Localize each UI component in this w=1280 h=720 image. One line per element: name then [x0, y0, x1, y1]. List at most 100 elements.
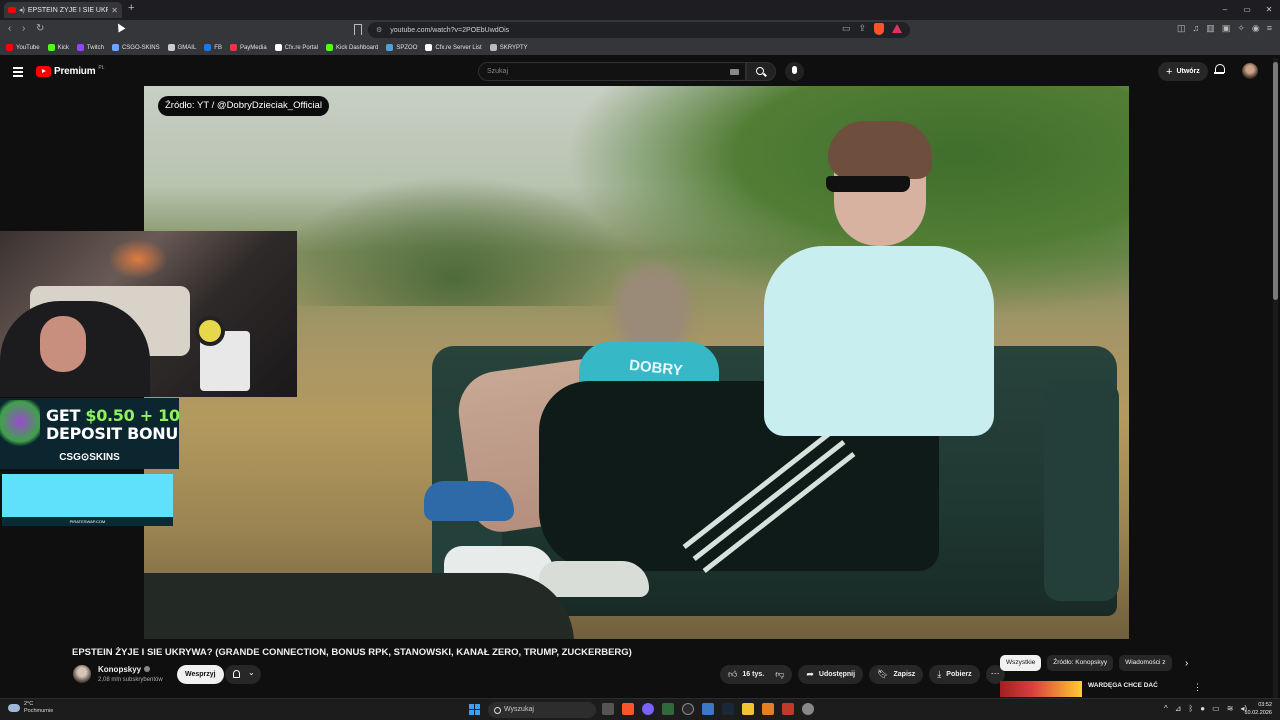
bookmark-item[interactable]: SKRYPTY: [489, 44, 528, 51]
video-sofa-arm-right: [1044, 381, 1119, 601]
bookmark-label: PayMedia: [239, 44, 267, 51]
search-button[interactable]: [746, 62, 776, 81]
system-tray: ^ ⊿ ᛒ ● ▭ ≋ ◂): [1164, 704, 1247, 713]
display-icon[interactable]: ▭: [1212, 704, 1220, 713]
taskbar-apps: [602, 703, 814, 715]
brave-shields-icon[interactable]: [874, 23, 885, 35]
thumbs-up-icon: 👍︎: [728, 669, 738, 679]
minimize-button[interactable]: –: [1214, 0, 1236, 20]
weather-widget[interactable]: 2°C Pochmurnie: [8, 701, 53, 715]
keyboard-icon[interactable]: [730, 69, 739, 75]
bookmark-item[interactable]: FB: [204, 44, 222, 51]
search-placeholder: Szukaj: [487, 68, 509, 75]
youtube-premium-logo[interactable]: Premium PL: [36, 65, 105, 77]
url-bar[interactable]: ⚙ youtube.com/watch?v=2POEbUwdOis: [368, 22, 910, 38]
bookmark-icon[interactable]: [354, 24, 362, 35]
bookmark-item[interactable]: YouTube: [6, 44, 40, 51]
bookmark-item[interactable]: Cfx.re Portal: [274, 44, 318, 51]
chip-news[interactable]: Wiadomości z: [1119, 655, 1172, 671]
taskbar-clock[interactable]: 03:52 10.02.2026: [1238, 701, 1272, 717]
channel-name[interactable]: Konopskyy: [98, 665, 151, 674]
chip-all[interactable]: Wszystkie: [1000, 655, 1042, 671]
recommendation-thumbnail[interactable]: [1000, 681, 1082, 697]
menu-icon[interactable]: ≡: [1267, 23, 1272, 34]
steam-icon[interactable]: [722, 703, 734, 715]
app-icon[interactable]: [762, 703, 774, 715]
like-button[interactable]: 👍︎ 16 tys. 👎︎: [720, 665, 793, 684]
bookmark-item[interactable]: PayMedia: [229, 44, 267, 51]
start-windows-icon[interactable]: [469, 704, 480, 715]
task-view-icon[interactable]: [602, 703, 614, 715]
recommendation-more-icon[interactable]: ⋮: [1193, 682, 1202, 693]
browser-tab[interactable]: ◂) EPSTEIN ŻYJE I SIE UKRYWA? ✕: [4, 2, 122, 18]
obs-icon[interactable]: [682, 703, 694, 715]
new-tab-button[interactable]: +: [128, 2, 134, 14]
brave-browser-icon[interactable]: [622, 703, 634, 715]
video-shoe: [424, 481, 514, 521]
vpn-icon[interactable]: ◉: [1252, 23, 1260, 34]
xbox-icon[interactable]: [662, 703, 674, 715]
bookmark-item[interactable]: Kick Dashboard: [326, 44, 378, 51]
sidebar-toggle-icon[interactable]: ◫: [1177, 23, 1186, 34]
share-page-icon[interactable]: ⇪: [859, 23, 867, 35]
maximize-button[interactable]: ▭: [1236, 0, 1258, 20]
document-icon[interactable]: [702, 703, 714, 715]
mic-tray-icon[interactable]: ●: [1200, 704, 1205, 713]
notifications-bell-icon[interactable]: [1214, 64, 1225, 75]
support-button[interactable]: Wesprzyj: [177, 665, 224, 684]
subscriber-count: 2,08 mln subskrybentów: [98, 677, 163, 683]
hamburger-menu-icon[interactable]: [13, 67, 23, 79]
tab-title: EPSTEIN ŻYJE I SIE UKRYWA?: [27, 6, 109, 14]
wifi-icon[interactable]: ≋: [1227, 704, 1234, 713]
reload-icon[interactable]: ↻: [36, 23, 44, 34]
account-avatar[interactable]: [1242, 63, 1258, 79]
channel-avatar[interactable]: [73, 665, 91, 683]
reading-list-icon[interactable]: ▥: [1206, 23, 1215, 34]
create-button[interactable]: + Utwórz: [1158, 62, 1208, 81]
chevron-right-icon[interactable]: ›: [1185, 658, 1188, 669]
bookmark-item[interactable]: Twitch: [76, 44, 104, 51]
extensions-icon[interactable]: ✧: [1237, 23, 1245, 34]
url-text: youtube.com/watch?v=2POEbUwdOis: [390, 26, 510, 34]
hair: [828, 121, 932, 179]
bookmark-favicon-icon: [274, 44, 282, 51]
taskbar-search[interactable]: Wyszukaj: [488, 702, 596, 718]
file-explorer-icon[interactable]: [742, 703, 754, 715]
page-scrollbar[interactable]: [1273, 58, 1278, 698]
window-controls: – ▭ ✕: [1214, 0, 1280, 20]
plus-icon: +: [1166, 65, 1173, 78]
network-icon[interactable]: ⊿: [1175, 704, 1182, 713]
settings-gear-icon[interactable]: [802, 703, 814, 715]
picture-in-picture-icon[interactable]: ▭: [842, 23, 851, 35]
bluetooth-icon[interactable]: ᛒ: [1188, 704, 1193, 713]
save-button[interactable]: 🔖︎ Zapisz: [869, 665, 924, 684]
tray-chevron-icon[interactable]: ^: [1164, 704, 1168, 713]
bookmark-item[interactable]: SPZOO: [386, 44, 417, 51]
chip-source[interactable]: Źródło: Konopskyy: [1047, 655, 1114, 671]
share-button[interactable]: ➦ Udostępnij: [798, 665, 864, 684]
bookmark-item[interactable]: Kick: [47, 44, 69, 51]
bookmark-favicon-icon: [204, 44, 212, 51]
bookmark-favicon-icon: [386, 44, 394, 51]
search-input[interactable]: Szukaj: [478, 62, 746, 81]
scrollbar-thumb[interactable]: [1273, 62, 1278, 300]
close-window-button[interactable]: ✕: [1258, 0, 1280, 20]
back-arrow-icon[interactable]: ‹: [8, 23, 11, 34]
thumbs-down-icon[interactable]: 👎︎: [775, 669, 784, 680]
app-icon[interactable]: [782, 703, 794, 715]
messenger-icon[interactable]: [642, 703, 654, 715]
speaker-icon[interactable]: ◂): [19, 6, 25, 14]
forward-arrow-icon[interactable]: ›: [22, 23, 25, 34]
download-button[interactable]: ⤓ Pobierz: [929, 665, 980, 684]
wallet-icon[interactable]: ▣: [1222, 23, 1231, 34]
media-icon[interactable]: ♫: [1193, 23, 1200, 34]
brave-rewards-icon[interactable]: [892, 24, 903, 33]
subscription-notifications-button[interactable]: ⌄: [225, 665, 261, 684]
site-settings-icon[interactable]: ⚙: [376, 26, 382, 34]
recommendation-title[interactable]: WARDĘGA CHCE DAĆ: [1088, 682, 1158, 689]
voice-search-mic-icon[interactable]: [785, 62, 804, 81]
close-tab-icon[interactable]: ✕: [111, 6, 118, 15]
bookmark-item[interactable]: CSGO-SKINS: [111, 44, 160, 51]
bookmark-item[interactable]: GMAIL: [167, 44, 196, 51]
bookmark-item[interactable]: Cfx.re Server List: [425, 44, 482, 51]
